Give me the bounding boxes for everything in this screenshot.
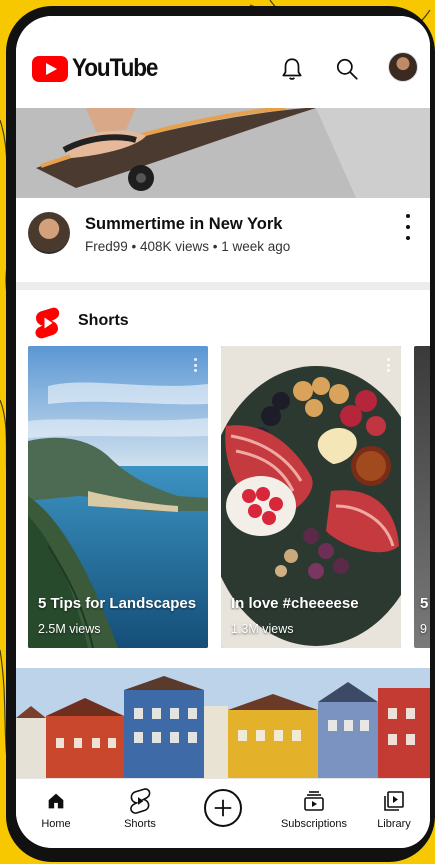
plus-icon	[214, 799, 232, 817]
video-thumbnail[interactable]	[16, 108, 430, 198]
create-plus-icon[interactable]	[204, 789, 242, 827]
app-screen: YouTube Summertime in New York Fred99 • …	[16, 16, 430, 848]
short-card[interactable]: 5 Tips for Landscapes 2.5M views	[28, 346, 208, 648]
video-subtitle: Fred99 • 408K views • 1 week ago	[85, 239, 291, 254]
youtube-play-icon	[32, 55, 68, 82]
short-card[interactable]: 5 9	[414, 346, 430, 648]
nav-library[interactable]: Library	[354, 787, 430, 830]
nav-subscriptions[interactable]: Subscriptions	[270, 787, 358, 830]
bottom-navigation: Home Shorts Subscriptions Library	[16, 778, 430, 848]
nav-home[interactable]: Home	[16, 787, 96, 830]
short-card[interactable]: In love #cheeeese 1.3M views	[221, 346, 401, 648]
home-icon	[48, 793, 64, 809]
channel-avatar[interactable]	[28, 212, 70, 254]
account-avatar[interactable]	[388, 52, 418, 82]
short-title: 5	[420, 595, 429, 612]
shorts-section-title: Shorts	[78, 312, 129, 329]
short-views: 1.3M views	[231, 622, 294, 636]
video-info[interactable]: Summertime in New York Fred99 • 408K vie…	[16, 198, 430, 282]
shorts-icon	[130, 788, 151, 814]
nav-shorts[interactable]: Shorts	[100, 787, 180, 830]
shorts-logo-icon	[35, 307, 60, 339]
video-thumbnail[interactable]	[16, 668, 430, 778]
youtube-logo[interactable]: YouTube	[32, 54, 167, 83]
more-options-icon[interactable]	[402, 214, 414, 240]
logo-wordmark: YouTube	[72, 54, 158, 82]
library-icon	[384, 791, 404, 811]
nav-shorts-label: Shorts	[124, 818, 156, 830]
short-title: In love #cheeeese	[231, 595, 359, 612]
short-views: 2.5M views	[38, 622, 101, 636]
nav-home-label: Home	[41, 818, 71, 830]
bell-icon[interactable]	[279, 56, 305, 82]
search-icon[interactable]	[334, 56, 360, 82]
video-title[interactable]: Summertime in New York	[85, 215, 282, 234]
short-more-icon[interactable]	[387, 358, 391, 372]
section-divider	[16, 282, 430, 290]
shorts-section-header: Shorts	[16, 290, 430, 346]
short-more-icon[interactable]	[194, 358, 198, 372]
subscriptions-icon	[304, 791, 324, 811]
nav-library-label: Library	[377, 818, 411, 830]
skateboard-image	[16, 108, 430, 198]
nav-subscriptions-label: Subscriptions	[280, 818, 348, 830]
short-views: 9	[420, 622, 427, 636]
short-title: 5 Tips for Landscapes	[38, 595, 197, 612]
top-app-bar: YouTube	[16, 16, 430, 108]
houses-image	[16, 668, 430, 778]
